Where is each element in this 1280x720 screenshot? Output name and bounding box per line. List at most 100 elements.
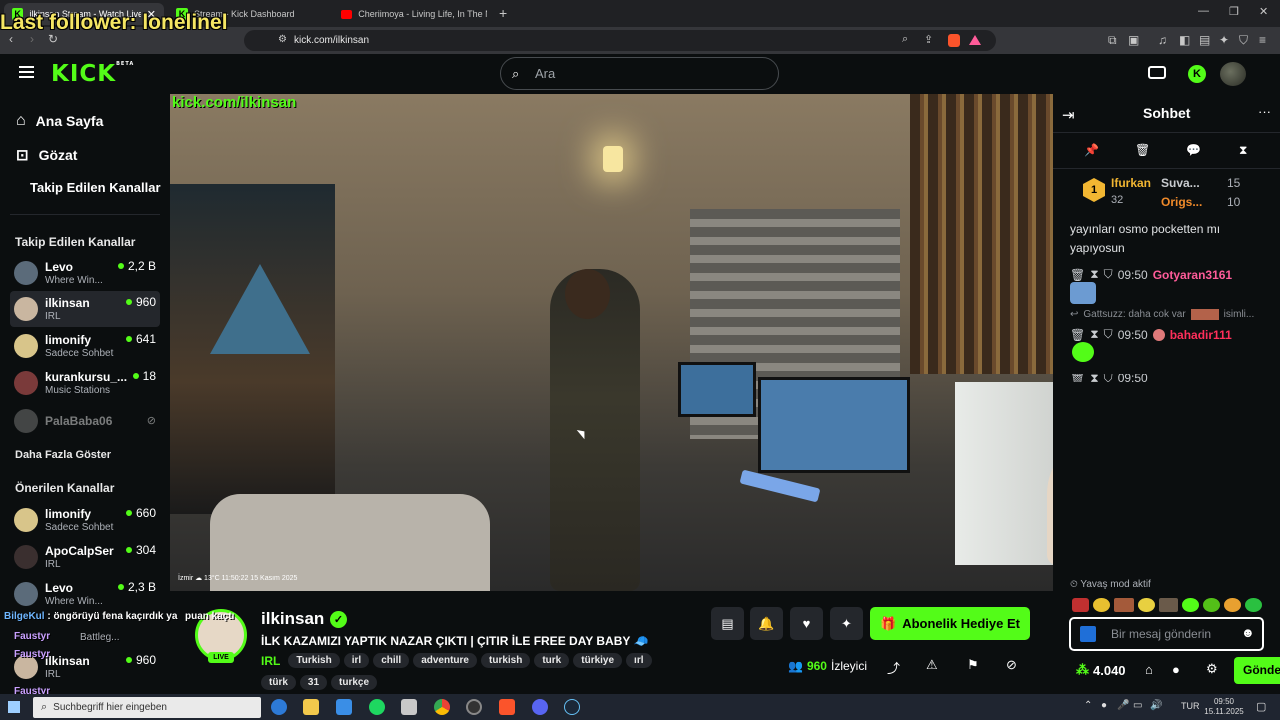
- video-player[interactable]: kick.com/ilkinsan İzmir ☁ 13°C 11:50:22 …: [170, 94, 1054, 591]
- boost-button[interactable]: ✦: [830, 607, 863, 640]
- steam-icon[interactable]: [564, 699, 580, 715]
- restore-icon[interactable]: ❐: [1229, 5, 1239, 18]
- taskbar-clock[interactable]: 09:50 15.11.2025: [1204, 697, 1244, 717]
- collapse-chat-icon[interactable]: ⇥: [1062, 106, 1075, 124]
- tag[interactable]: irl: [343, 653, 370, 668]
- leo-ai-icon[interactable]: ✦: [1219, 33, 1229, 47]
- chrome-icon[interactable]: [434, 699, 450, 715]
- brave-icon[interactable]: [499, 699, 515, 715]
- sidebar-channel-offline[interactable]: PalaBaba06 ⊘: [10, 403, 160, 439]
- clip-button[interactable]: ▤: [711, 607, 744, 640]
- sidebar-channel[interactable]: limonify Sadece Sohbet 660: [10, 502, 160, 538]
- chat-username[interactable]: bahadir111: [1170, 328, 1232, 342]
- follow-button[interactable]: ♥: [790, 607, 823, 640]
- sidebar-channel-active[interactable]: ilkinsan IRL 960: [10, 291, 160, 327]
- language-indicator[interactable]: TUR: [1181, 701, 1200, 711]
- address-bar[interactable]: ⚙ kick.com/ilkinsan ⌕ ⇪: [244, 30, 996, 51]
- tray-chevron-icon[interactable]: ⌃: [1084, 700, 1092, 711]
- sidebar-channel[interactable]: Levo Where Win... 2,2 B: [10, 255, 160, 291]
- chat-bubble-icon[interactable]: ●: [1172, 662, 1180, 677]
- hamburger-menu-icon[interactable]: [19, 66, 34, 78]
- kick-logo[interactable]: KICKBETA: [51, 61, 134, 87]
- speaker-icon[interactable]: 🔊: [1150, 700, 1162, 711]
- screenshot-icon[interactable]: ▣: [1128, 33, 1139, 47]
- sidebar-channel[interactable]: kurankursu_... Music Stations 18: [10, 365, 160, 401]
- obs-icon[interactable]: [466, 699, 482, 715]
- sidebar-channel[interactable]: Levo Where Win... 2,3 B: [10, 576, 160, 612]
- menu-icon[interactable]: ≡: [1259, 33, 1266, 47]
- hide-icon[interactable]: ⊘: [1006, 657, 1017, 673]
- taskbar-search[interactable]: ⌕ Suchbegriff hier eingeben: [33, 697, 261, 718]
- vpn-icon[interactable]: ⛉: [1239, 33, 1248, 48]
- new-tab-icon[interactable]: +: [499, 5, 507, 21]
- store-icon[interactable]: [336, 699, 352, 715]
- more-options-icon[interactable]: ···: [1258, 104, 1271, 119]
- send-button[interactable]: Gönde: [1234, 657, 1280, 684]
- network-icon[interactable]: ▭: [1133, 700, 1142, 711]
- moderator-icon[interactable]: ⚑: [967, 657, 979, 673]
- browser-tab[interactable]: Cheriimoya - Living Life, In The Night: [333, 3, 495, 25]
- emote-image[interactable]: [1158, 598, 1179, 612]
- tag[interactable]: turkish: [481, 653, 531, 668]
- wallet-icon[interactable]: ▤: [1199, 33, 1210, 47]
- tag[interactable]: turk: [534, 653, 570, 668]
- gift-subscription-button[interactable]: 🎁 Abonelik Hediye Et: [870, 607, 1030, 640]
- chat-username[interactable]: Gotyaran3161: [1153, 268, 1232, 282]
- minimize-icon[interactable]: —: [1198, 5, 1209, 17]
- close-window-icon[interactable]: ✕: [1259, 5, 1268, 18]
- spotify-icon[interactable]: [369, 699, 385, 715]
- ban-icon[interactable]: ⛉: [1104, 327, 1113, 342]
- emote-image[interactable]: [1072, 598, 1089, 612]
- site-info-icon[interactable]: ⚙: [278, 34, 287, 45]
- tag[interactable]: ırl: [626, 653, 652, 668]
- file-explorer-icon[interactable]: [303, 699, 319, 715]
- kick-points-icon[interactable]: K: [1188, 65, 1206, 83]
- brave-shield-icon[interactable]: [948, 34, 960, 47]
- tag[interactable]: 31: [299, 675, 328, 690]
- report-warning-icon[interactable]: ⚠: [926, 657, 938, 673]
- tag[interactable]: Turkish: [288, 653, 340, 668]
- emote-image[interactable]: [1224, 598, 1242, 612]
- share-icon[interactable]: ⇪: [924, 33, 933, 46]
- show-more-link[interactable]: Daha Fazla Göster: [15, 449, 111, 461]
- trash-icon[interactable]: 🗑: [1070, 328, 1085, 342]
- channel-name[interactable]: ilkinsan: [261, 609, 324, 629]
- chat-bubble-icon[interactable]: 💬: [1186, 143, 1201, 157]
- dashboard-icon[interactable]: [1148, 66, 1166, 79]
- user-avatar[interactable]: [1220, 62, 1246, 86]
- notification-button[interactable]: 🔔: [750, 607, 783, 640]
- media-icon[interactable]: ♫: [1158, 33, 1167, 47]
- tag[interactable]: türkiye: [573, 653, 623, 668]
- emote-image[interactable]: [1113, 598, 1134, 612]
- ban-icon[interactable]: ⛉: [1104, 267, 1113, 282]
- search-input[interactable]: ⌕ Ara: [500, 57, 779, 90]
- nav-following[interactable]: Takip Edilen Kanallar: [30, 180, 161, 195]
- nav-browse[interactable]: ⊡ Gözat: [16, 146, 77, 164]
- tag[interactable]: turkçe: [331, 675, 378, 690]
- emote-image[interactable]: [1137, 598, 1155, 612]
- microphone-icon[interactable]: 🎤: [1117, 700, 1129, 711]
- windows-start-icon[interactable]: [8, 701, 20, 713]
- timeout-icon[interactable]: ⧗: [1090, 267, 1098, 282]
- edge-icon[interactable]: [271, 699, 287, 715]
- timeout-icon[interactable]: ⧗: [1090, 374, 1098, 382]
- share-icon[interactable]: ⤴: [887, 658, 900, 677]
- tray-app-icon[interactable]: ●: [1101, 700, 1107, 711]
- discord-icon[interactable]: [532, 699, 548, 715]
- pin-icon[interactable]: 📌: [1084, 143, 1099, 157]
- emoji-picker-icon[interactable]: ☻: [1241, 625, 1255, 640]
- emote-image[interactable]: [1182, 598, 1200, 612]
- tag[interactable]: adventure: [413, 653, 477, 668]
- tag[interactable]: türk: [261, 675, 296, 690]
- emote-image[interactable]: [1092, 598, 1110, 612]
- chat-message-input[interactable]: Bir mesaj gönderin ☻: [1069, 617, 1264, 651]
- emote-image[interactable]: [1203, 598, 1221, 612]
- nav-home[interactable]: ⌂ Ana Sayfa: [16, 112, 103, 130]
- trash-icon[interactable]: 🗑: [1070, 268, 1085, 282]
- hourglass-icon[interactable]: ⧗: [1239, 143, 1247, 158]
- tag[interactable]: chill: [373, 653, 410, 668]
- sidebar-channel[interactable]: limonify Sadece Sohbet 641: [10, 328, 160, 364]
- shop-icon[interactable]: ⌂: [1145, 662, 1153, 677]
- zoom-icon[interactable]: ⌕: [902, 33, 908, 46]
- sidebar-channel[interactable]: ApoCalpSer IRL 304: [10, 539, 160, 575]
